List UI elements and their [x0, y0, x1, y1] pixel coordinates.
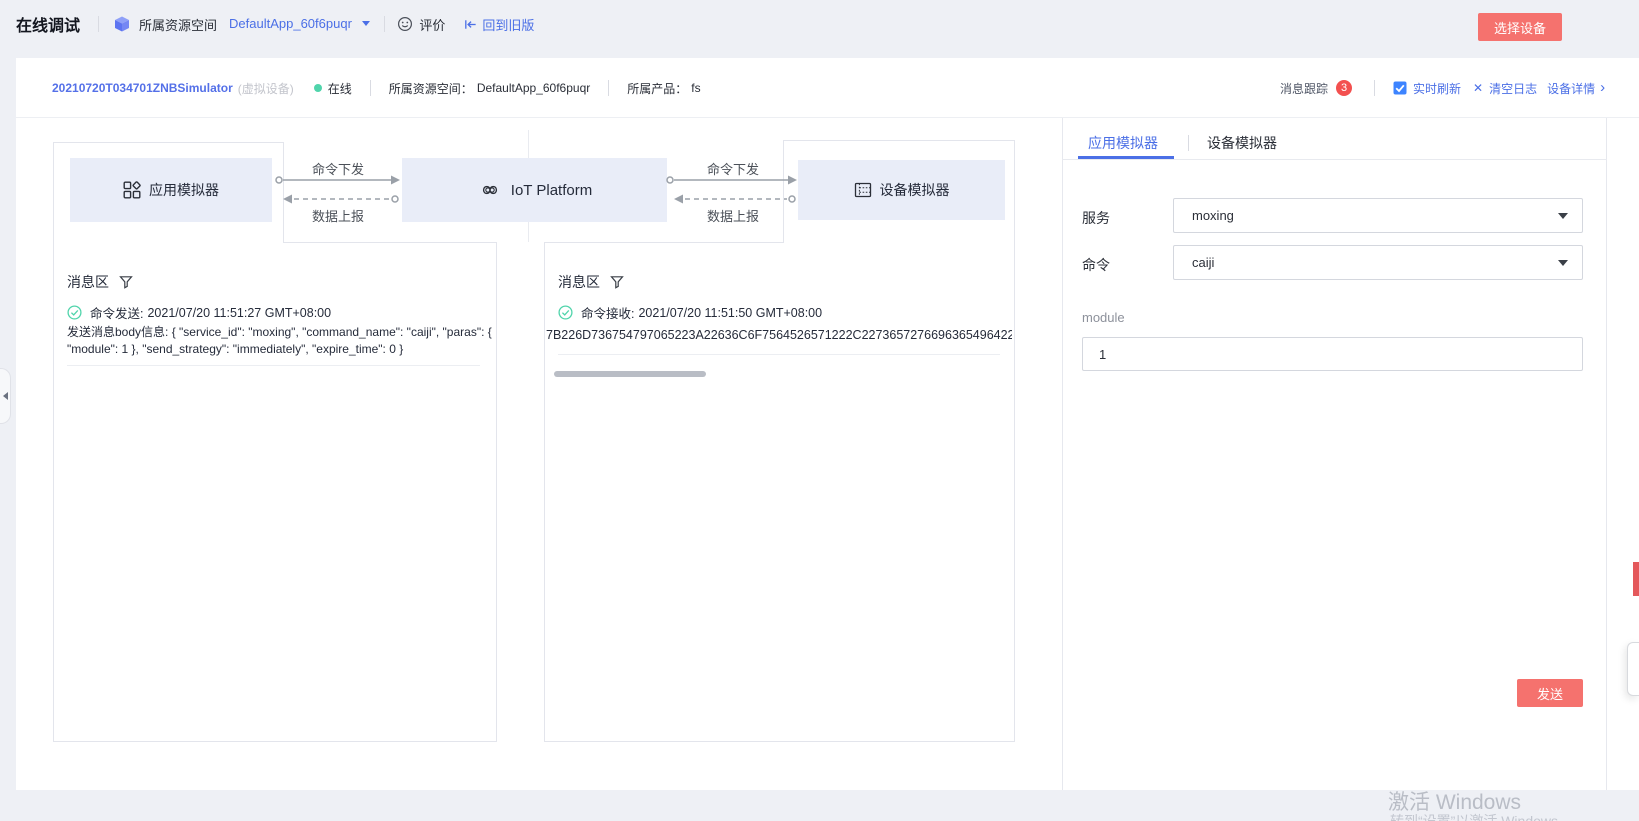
app-simulator-label: 应用模拟器	[149, 180, 219, 200]
back-arrow-icon	[463, 17, 478, 32]
check-circle-icon-2	[558, 305, 573, 320]
online-status-dot	[314, 84, 322, 92]
command-select[interactable]: caiji	[1173, 245, 1583, 280]
chevron-down-icon	[362, 21, 370, 26]
header-resource-space-value: DefaultApp_60f6puqr	[477, 81, 590, 95]
data-report-label-2: 数据上报	[706, 206, 760, 225]
online-status-text: 在线	[328, 80, 352, 97]
service-select-value: moxing	[1192, 208, 1234, 223]
smiley-icon	[397, 16, 413, 32]
device-message-body: 7B226D736754797065223A22636C6F7564526571…	[546, 328, 1012, 342]
realtime-refresh-label[interactable]: 实时刷新	[1413, 80, 1461, 97]
message-trace-link[interactable]: 消息跟踪	[1280, 80, 1328, 97]
service-label: 服务	[1082, 208, 1110, 228]
app-message-area-title: 消息区	[67, 272, 109, 292]
device-message-area-title: 消息区	[558, 272, 600, 292]
check-circle-icon	[67, 305, 82, 320]
app-grid-icon	[123, 181, 141, 199]
header-resource-space-label: 所属资源空间：	[389, 80, 473, 97]
rate-link[interactable]: 评价	[419, 15, 445, 34]
topbar-divider-2	[384, 16, 385, 32]
windows-activate-watermark-line2: 转到“设置”以激活 Windows	[1390, 811, 1558, 821]
clear-log-close-icon[interactable]: ✕	[1473, 81, 1483, 95]
device-event-time: 2021/07/20 11:51:50 GMT+08:00	[638, 306, 822, 320]
command-down-label-2: 命令下发	[706, 159, 760, 178]
resource-space-cube-icon	[113, 15, 131, 33]
horizontal-scrollbar-thumb[interactable]	[554, 371, 706, 377]
page-title: 在线调试	[16, 12, 80, 36]
tab-device-simulator[interactable]: 设备模拟器	[1207, 133, 1277, 153]
tab-divider	[1188, 135, 1189, 151]
header-product-label: 所属产品：	[627, 80, 687, 97]
device-message-entry: 命令接收: 2021/07/20 11:51:50 GMT+08:00	[558, 303, 822, 322]
service-select[interactable]: moxing	[1173, 198, 1583, 233]
select-device-button[interactable]: 选择设备	[1478, 13, 1562, 41]
device-type-tag: (虚拟设备)	[238, 80, 294, 97]
command-label: 命令	[1082, 255, 1110, 275]
app-message-area-header: 消息区	[67, 272, 133, 292]
tab-app-simulator[interactable]: 应用模拟器	[1088, 133, 1158, 153]
device-detail-link[interactable]: 设备详情	[1547, 80, 1595, 97]
device-event-label: 命令接收:	[581, 303, 634, 322]
header-divider-2	[608, 80, 609, 96]
panel-right-border	[1606, 118, 1607, 790]
header-divider-3	[1374, 80, 1375, 96]
resource-space-value[interactable]: DefaultApp_60f6puqr	[229, 16, 352, 31]
resource-space-label: 所属资源空间	[139, 15, 217, 34]
tabs-bottom-border	[1062, 159, 1607, 160]
chevron-left-icon	[3, 392, 8, 400]
resource-space-select[interactable]: DefaultApp_60f6puqr	[229, 15, 370, 33]
app-simulator-box: 应用模拟器	[70, 158, 272, 222]
device-message-area-header: 消息区	[558, 272, 624, 292]
command-down-label-1: 命令下发	[311, 159, 365, 178]
filter-icon-2[interactable]	[610, 275, 624, 289]
topbar: 在线调试 所属资源空间 DefaultApp_60f6puqr 评价	[0, 0, 1639, 48]
chevron-down-icon	[1558, 260, 1568, 266]
app-event-time: 2021/07/20 11:51:27 GMT+08:00	[147, 306, 331, 320]
device-simulator-box: 设备模拟器	[798, 160, 1005, 220]
chevron-right-icon[interactable]: ›	[1600, 82, 1605, 94]
device-header-left: 20210720T034701ZNBSimulator (虚拟设备) 在线 所属…	[52, 58, 701, 118]
device-message-divider	[558, 354, 1000, 355]
module-param-input[interactable]	[1082, 337, 1583, 371]
app-event-label: 命令发送:	[90, 303, 143, 322]
chevron-down-icon	[1558, 213, 1568, 219]
panel-left-border	[1062, 118, 1063, 790]
app-message-entry: 命令发送: 2021/07/20 11:51:27 GMT+08:00	[67, 303, 331, 322]
device-header-right: 消息跟踪 3 实时刷新 ✕ 清空日志 设备详情 ›	[1280, 58, 1605, 118]
command-select-value: caiji	[1192, 255, 1214, 270]
app-message-divider	[67, 365, 480, 366]
back-to-old-link[interactable]: 回到旧版	[482, 15, 534, 34]
header-divider-1	[370, 80, 371, 96]
header-product-value: fs	[691, 81, 700, 95]
topbar-divider	[98, 16, 99, 32]
app-card-notch-patch	[54, 241, 283, 244]
module-param-label: module	[1082, 310, 1125, 325]
edge-white-widget[interactable]	[1627, 642, 1639, 696]
realtime-refresh-checkbox[interactable]	[1393, 81, 1407, 95]
device-simulator-label: 设备模拟器	[880, 180, 950, 200]
online-debug-page: 在线调试 所属资源空间 DefaultApp_60f6puqr 评价	[0, 0, 1639, 821]
filter-icon[interactable]	[119, 275, 133, 289]
edge-red-widget[interactable]	[1633, 562, 1639, 596]
send-button[interactable]: 发送	[1517, 679, 1583, 707]
data-report-label-1: 数据上报	[311, 206, 365, 225]
app-message-body: 发送消息body信息: { "service_id": "moxing", "c…	[67, 324, 496, 358]
device-name-link[interactable]: 20210720T034701ZNBSimulator	[52, 81, 233, 95]
clear-log-link[interactable]: 清空日志	[1489, 80, 1537, 97]
device-panel-icon	[854, 181, 872, 199]
sidebar-collapse-handle[interactable]	[0, 368, 11, 424]
message-trace-badge: 3	[1336, 80, 1352, 96]
device-card-notch-patch	[784, 241, 1014, 244]
